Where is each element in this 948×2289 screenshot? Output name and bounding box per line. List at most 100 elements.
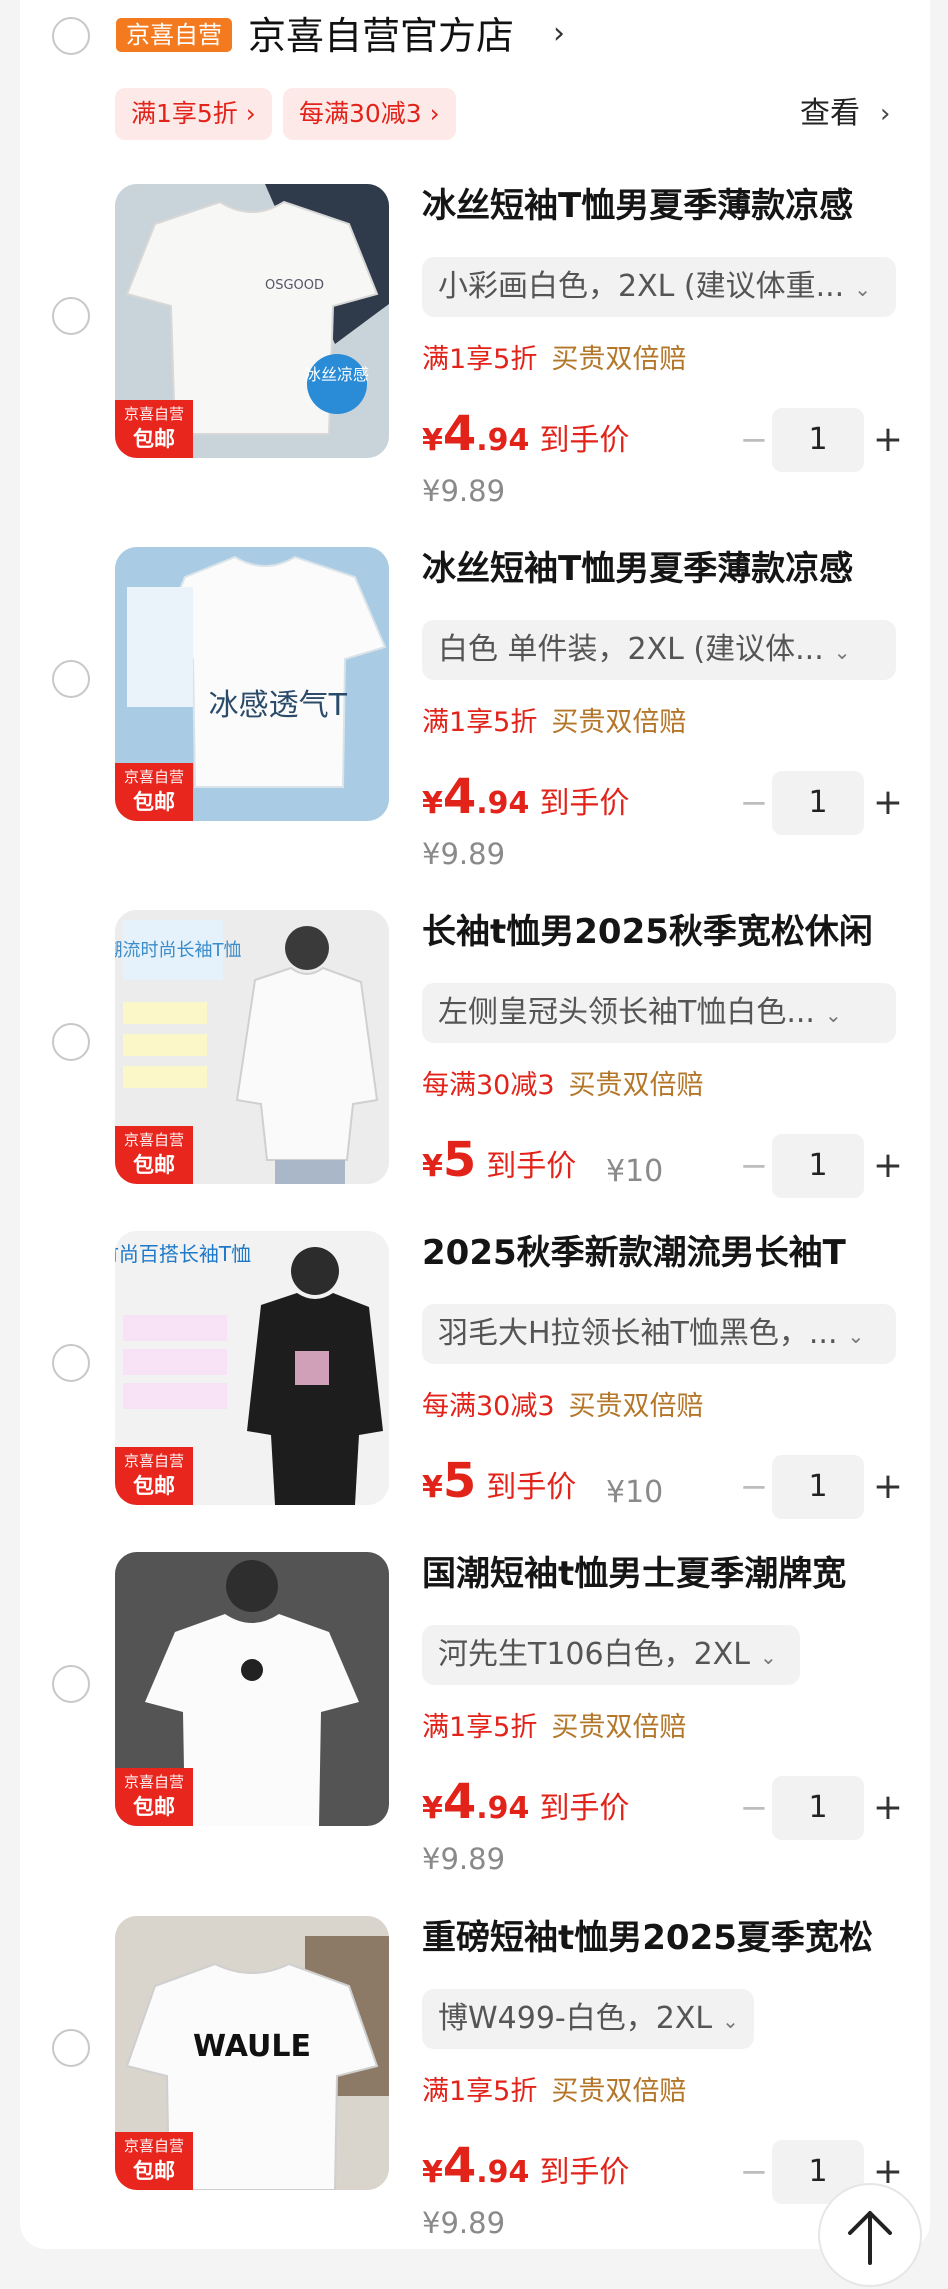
decrease-button[interactable]: − <box>734 408 774 472</box>
chevron-down-icon: ⌄ <box>854 277 871 301</box>
corner-badge: 京喜自营 包邮 <box>115 763 193 821</box>
decrease-button[interactable]: − <box>734 1455 774 1519</box>
product-title[interactable]: 重磅短袖t恤男2025夏季宽松 <box>422 1916 902 1960</box>
spec-selector[interactable]: 小彩画白色，2XL (建议体重... ⌄ <box>422 257 896 317</box>
promo-label: 满1享5折 <box>422 707 538 738</box>
currency-symbol: ¥ <box>422 1470 443 1505</box>
chevron-down-icon: ⌄ <box>824 1003 842 1027</box>
final-price: ¥4.94 到手价 <box>422 1774 629 1834</box>
spec-selector[interactable]: 博W499-白色，2XL ⌄ <box>422 1989 754 2049</box>
view-arrow-icon[interactable]: › <box>880 94 890 134</box>
store-select-checkbox[interactable] <box>52 17 90 55</box>
item-select-checkbox[interactable] <box>52 2029 90 2067</box>
final-price: ¥4.94 到手价 <box>422 2138 629 2198</box>
decrease-button[interactable]: − <box>734 1776 774 1840</box>
promo-tag-coupon[interactable]: 每满30减3 › <box>283 88 456 140</box>
svg-text:OSGOOD: OSGOOD <box>265 278 324 293</box>
item-tags: 满1享5折 买贵双倍赔 <box>422 705 686 741</box>
product-title[interactable]: 冰丝短袖T恤男夏季薄款凉感 <box>422 547 902 591</box>
spec-text: 博W499-白色，2XL <box>438 2001 713 2036</box>
chevron-down-icon: ⌄ <box>847 1324 865 1348</box>
quantity-input[interactable]: 1 <box>772 1455 864 1519</box>
item-select-checkbox[interactable] <box>52 660 90 698</box>
guarantee-label: 买贵双倍赔 <box>568 1391 704 1422</box>
currency-symbol: ¥ <box>422 786 443 821</box>
price-decimal: .94 <box>476 1791 530 1826</box>
final-price: ¥5 到手价 <box>422 1132 576 1192</box>
spec-selector[interactable]: 河先生T106白色，2XL ⌄ <box>422 1625 800 1685</box>
product-title[interactable]: 国潮短袖t恤男士夏季潮牌宽 <box>422 1552 902 1596</box>
cart-item: OSGOOD 冰丝凉感 京喜自营 包邮 冰丝短袖T恤男夏季薄款凉感 小彩画白色，2… <box>0 184 948 548</box>
quantity-input[interactable]: 1 <box>772 1134 864 1198</box>
item-tags: 每满30减3 买贵双倍赔 <box>422 1389 704 1425</box>
item-select-checkbox[interactable] <box>52 297 90 335</box>
product-thumbnail[interactable]: WAULE 京喜自营 包邮 <box>115 1916 389 2190</box>
corner-badge: 京喜自营 包邮 <box>115 1768 193 1826</box>
svg-text:潮流时尚长袖T恤: 潮流时尚长袖T恤 <box>115 940 242 961</box>
product-thumbnail[interactable]: 京喜自营 包邮 <box>115 1552 389 1826</box>
final-price: ¥5 到手价 <box>422 1453 576 1513</box>
item-tags: 每满30减3 买贵双倍赔 <box>422 1068 704 1104</box>
increase-button[interactable]: + <box>868 408 908 472</box>
svg-text:冰感透气T: 冰感透气T <box>209 688 348 723</box>
decrease-button[interactable]: − <box>734 2140 774 2204</box>
product-thumbnail[interactable]: 时尚百搭长袖T恤 京喜自营包邮 <box>115 1231 389 1505</box>
product-title[interactable]: 冰丝短袖T恤男夏季薄款凉感 <box>422 184 902 228</box>
item-select-checkbox[interactable] <box>52 1665 90 1703</box>
decrease-button[interactable]: − <box>734 771 774 835</box>
back-to-top-button[interactable] <box>818 2183 922 2287</box>
increase-button[interactable]: + <box>868 1776 908 1840</box>
promo-tag-discount[interactable]: 满1享5折 › <box>115 88 272 140</box>
product-title[interactable]: 2025秋季新款潮流男长袖T <box>422 1231 902 1275</box>
price-suffix: 到手价 <box>486 1470 577 1505</box>
final-price: ¥4.94 到手价 <box>422 769 629 829</box>
price-integer: 5 <box>442 1132 477 1188</box>
guarantee-label: 买贵双倍赔 <box>551 344 687 375</box>
cart-item: 潮流时尚长袖T恤 京喜自营 包邮 长袖t恤男2025秋季宽松休闲 左侧皇冠头领长袖… <box>0 910 948 1274</box>
price-integer: 4 <box>442 769 477 825</box>
arrow-up-icon <box>848 2211 892 2265</box>
price-suffix: 到手价 <box>539 1791 630 1826</box>
guarantee-label: 买贵双倍赔 <box>551 2076 687 2107</box>
price-decimal: .94 <box>476 786 530 821</box>
promo-label: 满1享5折 <box>422 1712 538 1743</box>
store-name[interactable]: 京喜自营官方店 <box>248 12 514 60</box>
currency-symbol: ¥ <box>422 1791 443 1826</box>
quantity-stepper: −1 + <box>734 1134 904 1198</box>
final-price: ¥4.94 到手价 <box>422 406 629 466</box>
quantity-input[interactable]: 1 <box>772 771 864 835</box>
guarantee-label: 买贵双倍赔 <box>568 1070 704 1101</box>
quantity-stepper: −1 + <box>734 771 904 835</box>
cart-item: 时尚百搭长袖T恤 京喜自营包邮 2025秋季新款潮流男长袖T 羽毛大H拉领长袖T… <box>0 1231 948 1595</box>
store-arrow-icon[interactable]: › <box>553 16 565 51</box>
quantity-input[interactable]: 1 <box>772 408 864 472</box>
promo-label: 满1享5折 <box>422 2076 538 2107</box>
view-link[interactable]: 查看 <box>800 94 860 134</box>
decrease-button[interactable]: − <box>734 1134 774 1198</box>
product-thumbnail[interactable]: 潮流时尚长袖T恤 京喜自营 包邮 <box>115 910 389 1184</box>
guarantee-label: 买贵双倍赔 <box>551 1712 687 1743</box>
original-price: ¥9.89 <box>422 474 506 508</box>
chevron-down-icon: ⌄ <box>722 2009 739 2033</box>
spec-text: 左侧皇冠头领长袖T恤白色... <box>438 995 815 1030</box>
product-title[interactable]: 长袖t恤男2025秋季宽松休闲 <box>422 910 902 954</box>
svg-text:时尚百搭长袖T恤: 时尚百搭长袖T恤 <box>115 1242 251 1266</box>
spec-selector[interactable]: 羽毛大H拉领长袖T恤黑色，... ⌄ <box>422 1304 896 1364</box>
product-thumbnail[interactable]: 冰感透气T 京喜自营 包邮 <box>115 547 389 821</box>
increase-button[interactable]: + <box>868 1455 908 1519</box>
product-thumbnail[interactable]: OSGOOD 冰丝凉感 京喜自营 包邮 <box>115 184 389 458</box>
spec-selector[interactable]: 左侧皇冠头领长袖T恤白色... ⌄ <box>422 983 896 1043</box>
quantity-input[interactable]: 1 <box>772 1776 864 1840</box>
original-price: ¥9.89 <box>422 1842 506 1876</box>
price-integer: 4 <box>442 1774 477 1830</box>
item-select-checkbox[interactable] <box>52 1023 90 1061</box>
original-price: ¥9.89 <box>422 837 506 871</box>
increase-button[interactable]: + <box>868 1134 908 1198</box>
price-integer: 4 <box>442 2138 477 2194</box>
spec-selector[interactable]: 白色 单件装，2XL (建议体... ⌄ <box>422 620 896 680</box>
original-price: ¥10 <box>606 1154 664 1189</box>
increase-button[interactable]: + <box>868 771 908 835</box>
item-select-checkbox[interactable] <box>52 1344 90 1382</box>
price-decimal: .94 <box>476 423 530 458</box>
corner-badge: 京喜自营 包邮 <box>115 2132 193 2190</box>
